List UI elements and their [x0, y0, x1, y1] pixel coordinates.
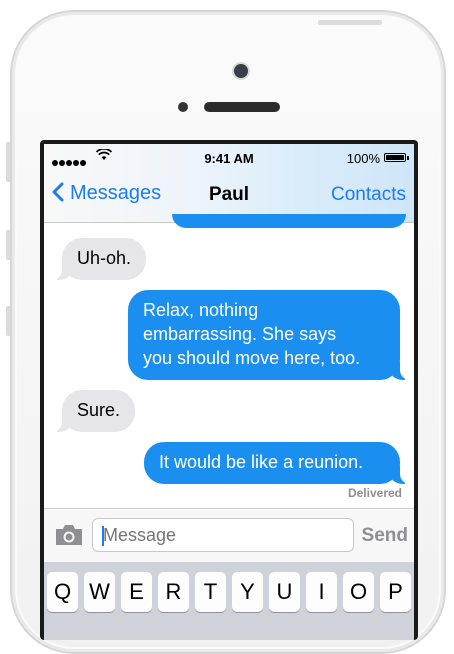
message-text: Uh-oh.	[77, 248, 132, 268]
messages-screen: 9:41 AM 100% Messages Paul Contacts Uh-o…	[44, 144, 414, 640]
message-text-line-1: Relax, nothing	[143, 300, 259, 320]
message-input[interactable]	[92, 518, 354, 552]
battery-percent: 100%	[346, 151, 380, 166]
message-text: It would be like a reunion.	[159, 452, 364, 472]
key-o[interactable]: O	[343, 572, 374, 612]
key-r[interactable]: R	[158, 572, 189, 612]
keyboard: Q W E R T Y U I O P	[44, 562, 414, 640]
proximity-sensor	[178, 102, 188, 112]
status-bar: 9:41 AM 100%	[44, 148, 414, 166]
contacts-button[interactable]: Contacts	[331, 184, 406, 206]
previous-message-bubble	[172, 214, 406, 228]
camera-icon[interactable]	[54, 523, 84, 552]
message-text-line-3: you should move here, too.	[143, 348, 361, 368]
message-composer: Send	[44, 508, 414, 563]
message-text-line-2: embarrassing. She says	[143, 324, 337, 344]
incoming-message[interactable]: Sure.	[51, 390, 136, 432]
earpiece-speaker	[204, 102, 280, 112]
navigation-bar: 9:41 AM 100% Messages Paul Contacts	[44, 144, 414, 223]
sleep-button	[318, 20, 382, 25]
outgoing-message[interactable]: It would be like a reunion.	[144, 442, 410, 484]
message-text: Sure.	[77, 400, 121, 420]
send-button[interactable]: Send	[362, 525, 408, 547]
key-u[interactable]: U	[269, 572, 300, 612]
text-cursor	[102, 526, 104, 546]
incoming-message[interactable]: Uh-oh.	[51, 238, 147, 280]
key-q[interactable]: Q	[47, 572, 78, 612]
key-p[interactable]: P	[380, 572, 411, 612]
key-i[interactable]: I	[306, 572, 337, 612]
key-w[interactable]: W	[84, 572, 115, 612]
front-camera	[234, 64, 248, 78]
key-t[interactable]: T	[195, 572, 226, 612]
key-e[interactable]: E	[121, 572, 152, 612]
battery-icon	[384, 153, 409, 162]
outgoing-message[interactable]: Relax, nothing embarrassing. She says yo…	[128, 290, 410, 380]
delivered-status: Delivered	[347, 486, 402, 500]
key-y[interactable]: Y	[232, 572, 263, 612]
